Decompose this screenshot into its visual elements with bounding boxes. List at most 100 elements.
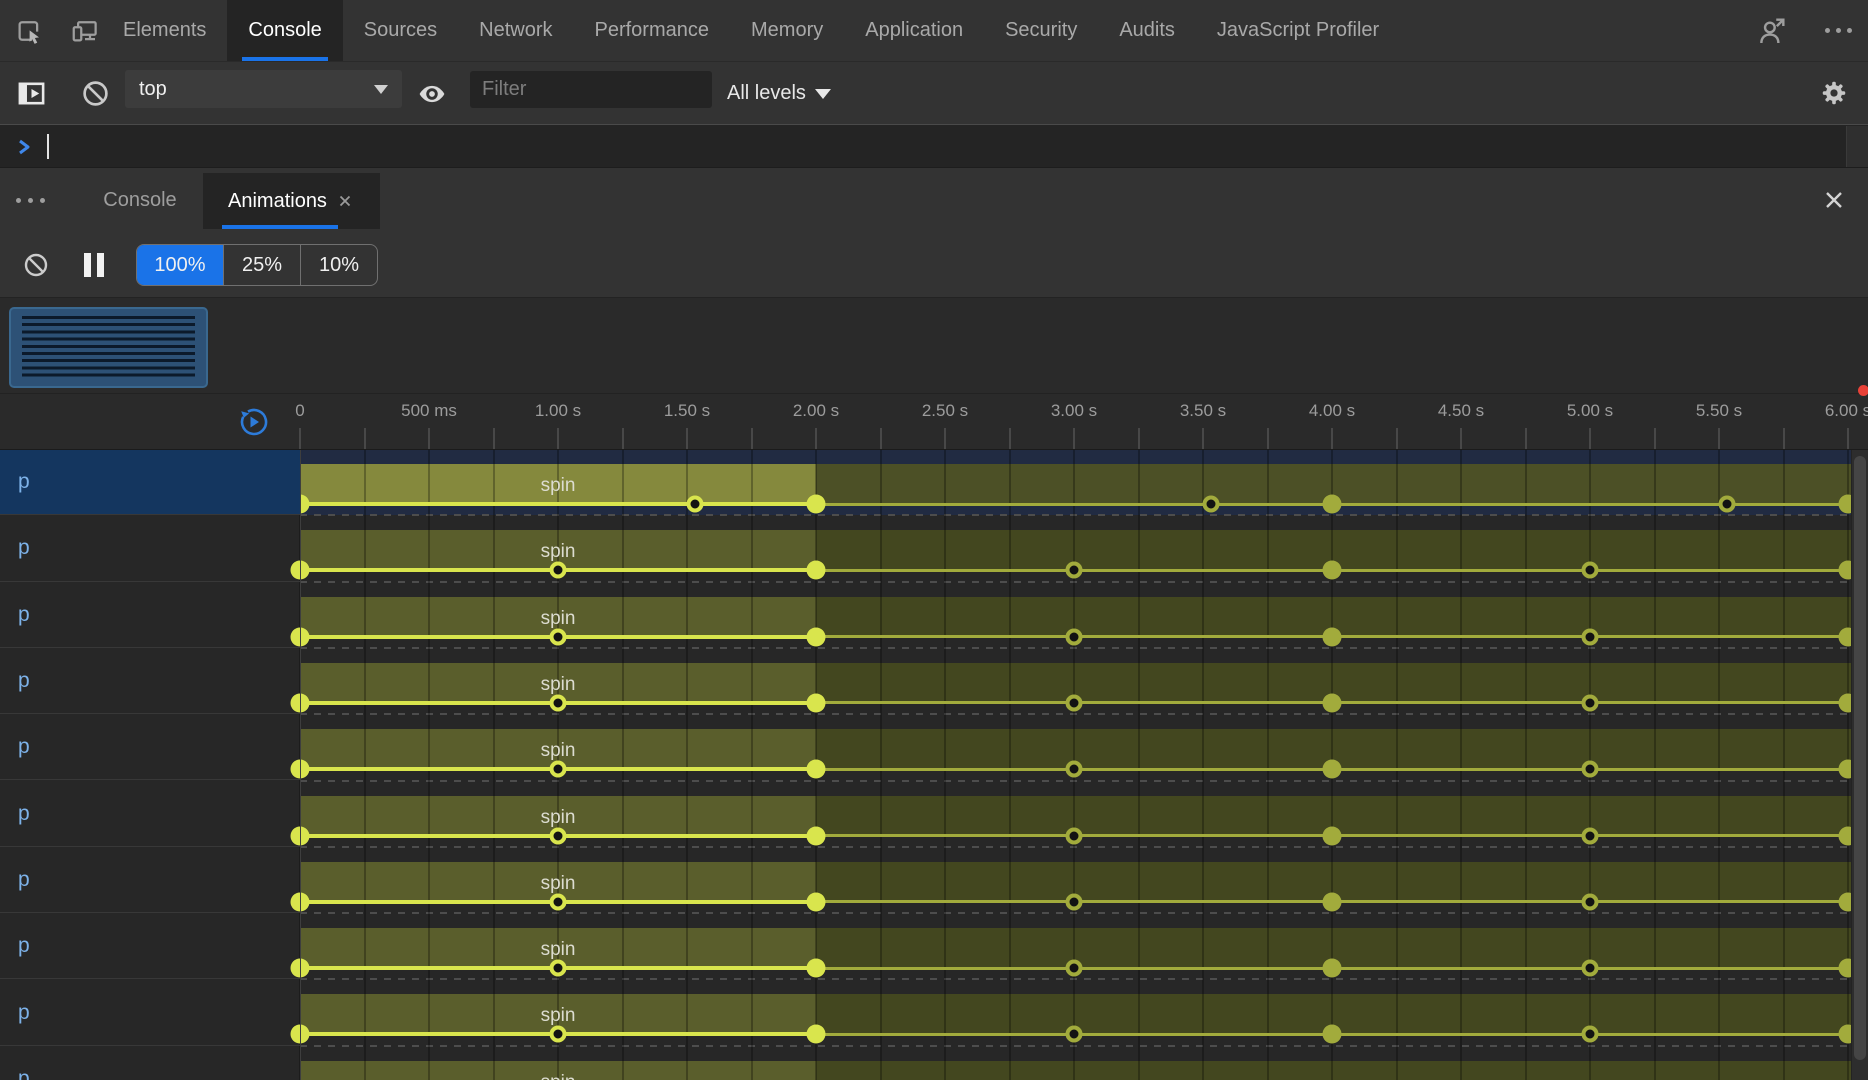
keyframe-dot-open[interactable] [1065,628,1083,646]
keyframe-dot-open[interactable] [1581,561,1599,579]
keyframe-dot-open[interactable] [1065,959,1083,977]
speed-25pct-button[interactable]: 25% [224,245,301,285]
keyframe-dot-filled[interactable] [1838,693,1851,713]
live-expression-eye-icon[interactable] [417,79,447,109]
clear-animations-icon[interactable] [24,253,48,277]
row-node-label[interactable]: p [0,649,300,715]
keyframe-dot-open[interactable] [1581,628,1599,646]
keyframe-dot-open[interactable] [549,561,567,579]
row-node-label[interactable]: p [0,516,300,582]
keyframe-dot-filled[interactable] [1322,759,1342,779]
keyframe-dot-filled[interactable] [1322,1024,1342,1044]
keyframe-dot-filled[interactable] [1322,826,1342,845]
keyframe-dot-filled[interactable] [1838,826,1851,845]
vertical-scrollbar[interactable] [1851,450,1868,1080]
keyframe-dot-open[interactable] [686,495,704,513]
keyframe-dot-filled[interactable] [806,627,826,647]
row-node-label[interactable]: p [0,715,300,781]
keyframe-dot-open[interactable] [1202,495,1220,513]
tab-application[interactable]: Application [844,0,984,61]
keyframe-dot-filled[interactable] [1838,759,1851,779]
remote-devices-icon[interactable] [1755,14,1789,48]
clear-console-icon[interactable] [81,79,110,108]
console-prompt[interactable] [0,124,1868,168]
drawer-tab-animations[interactable]: Animations [203,173,380,229]
keyframe-dot-open[interactable] [549,893,567,911]
scrollbar-thumb[interactable] [1854,456,1866,1060]
keyframe-dot-filled[interactable] [1322,892,1342,912]
keyframe-dot-open[interactable] [549,760,567,778]
keyframe-dot-open[interactable] [549,959,567,977]
filter-input[interactable]: Filter [470,71,712,108]
tab-sources[interactable]: Sources [343,0,458,61]
keyframe-dot-open[interactable] [549,827,567,844]
close-drawer-icon[interactable] [1822,188,1846,212]
replay-timeline-icon[interactable] [238,407,268,437]
keyframe-dot-open[interactable] [1065,694,1083,712]
row-node-label[interactable]: p [0,782,300,847]
row-node-label[interactable]: p [0,1047,300,1080]
keyframe-dot-open[interactable] [1065,893,1083,911]
keyframe-dot-open[interactable] [1065,760,1083,778]
keyframe-dot-filled[interactable] [806,892,826,912]
keyframe-dot-open[interactable] [1065,1025,1083,1043]
keyframe-dot-open[interactable] [1581,760,1599,778]
keyframe-dot-filled[interactable] [806,693,826,713]
keyframe-dot-filled[interactable] [1322,693,1342,713]
row-node-label[interactable]: p [0,583,300,648]
tab-audits[interactable]: Audits [1098,0,1196,61]
keyframe-dot-open[interactable] [1718,495,1736,513]
keyframe-dot-filled[interactable] [1322,494,1342,514]
tab-console[interactable]: Console [227,0,343,61]
keyframe-dot-filled[interactable] [806,958,826,978]
keyframe-dot-filled[interactable] [1322,958,1342,978]
keyframe-dot-open[interactable] [549,1025,567,1043]
tab-network[interactable]: Network [458,0,573,61]
row-node-label[interactable]: p [0,848,300,914]
device-toolbar-icon[interactable] [70,16,100,46]
row-node-label[interactable]: p [0,450,300,516]
drawer-tab-console[interactable]: Console [85,168,195,232]
inspect-element-icon[interactable] [14,16,44,46]
keyframe-dot-filled[interactable] [1322,560,1342,580]
more-options-icon[interactable] [1825,28,1852,33]
pause-all-icon[interactable] [84,253,104,277]
console-sidebar-toggle-icon[interactable] [16,78,47,109]
tab-elements[interactable]: Elements [102,0,227,61]
tab-javascript-profiler[interactable]: JavaScript Profiler [1196,0,1400,61]
keyframe-dot-open[interactable] [1581,959,1599,977]
speed-100pct-button[interactable]: 100% [137,245,224,285]
tab-memory[interactable]: Memory [730,0,844,61]
keyframe-dot-filled[interactable] [1838,494,1851,514]
log-levels-dropdown[interactable]: All levels [727,62,831,125]
keyframe-dot-open[interactable] [549,694,567,712]
more-tools-icon[interactable] [16,198,45,203]
speed-10pct-button[interactable]: 10% [301,245,377,285]
close-tab-icon[interactable] [337,193,353,209]
tab-performance[interactable]: Performance [574,0,731,61]
console-scroll-gutter[interactable] [1846,126,1868,168]
keyframe-dot-open[interactable] [549,628,567,646]
keyframe-dot-filled[interactable] [806,1024,826,1044]
keyframe-dot-filled[interactable] [1322,627,1342,647]
keyframe-dot-open[interactable] [1581,694,1599,712]
keyframe-dot-open[interactable] [1581,893,1599,911]
keyframe-dot-filled[interactable] [1838,958,1851,978]
keyframe-dot-filled[interactable] [1838,1024,1851,1044]
keyframe-dot-filled[interactable] [806,494,826,514]
keyframe-dot-filled[interactable] [1838,560,1851,580]
tab-security[interactable]: Security [984,0,1098,61]
animation-preview-thumbnail[interactable] [9,307,208,388]
keyframe-dot-open[interactable] [1581,827,1599,844]
settings-gear-icon[interactable] [1819,78,1849,108]
keyframe-dot-filled[interactable] [1838,627,1851,647]
keyframe-dot-filled[interactable] [806,826,826,845]
keyframe-dot-open[interactable] [1581,1025,1599,1043]
execution-context-selector[interactable]: top [125,70,402,108]
keyframe-dot-open[interactable] [1065,561,1083,579]
row-node-label[interactable]: p [0,980,300,1046]
row-node-label[interactable]: p [0,914,300,980]
keyframe-dot-filled[interactable] [806,560,826,580]
keyframe-dot-open[interactable] [1065,827,1083,844]
keyframe-dot-filled[interactable] [1838,892,1851,912]
